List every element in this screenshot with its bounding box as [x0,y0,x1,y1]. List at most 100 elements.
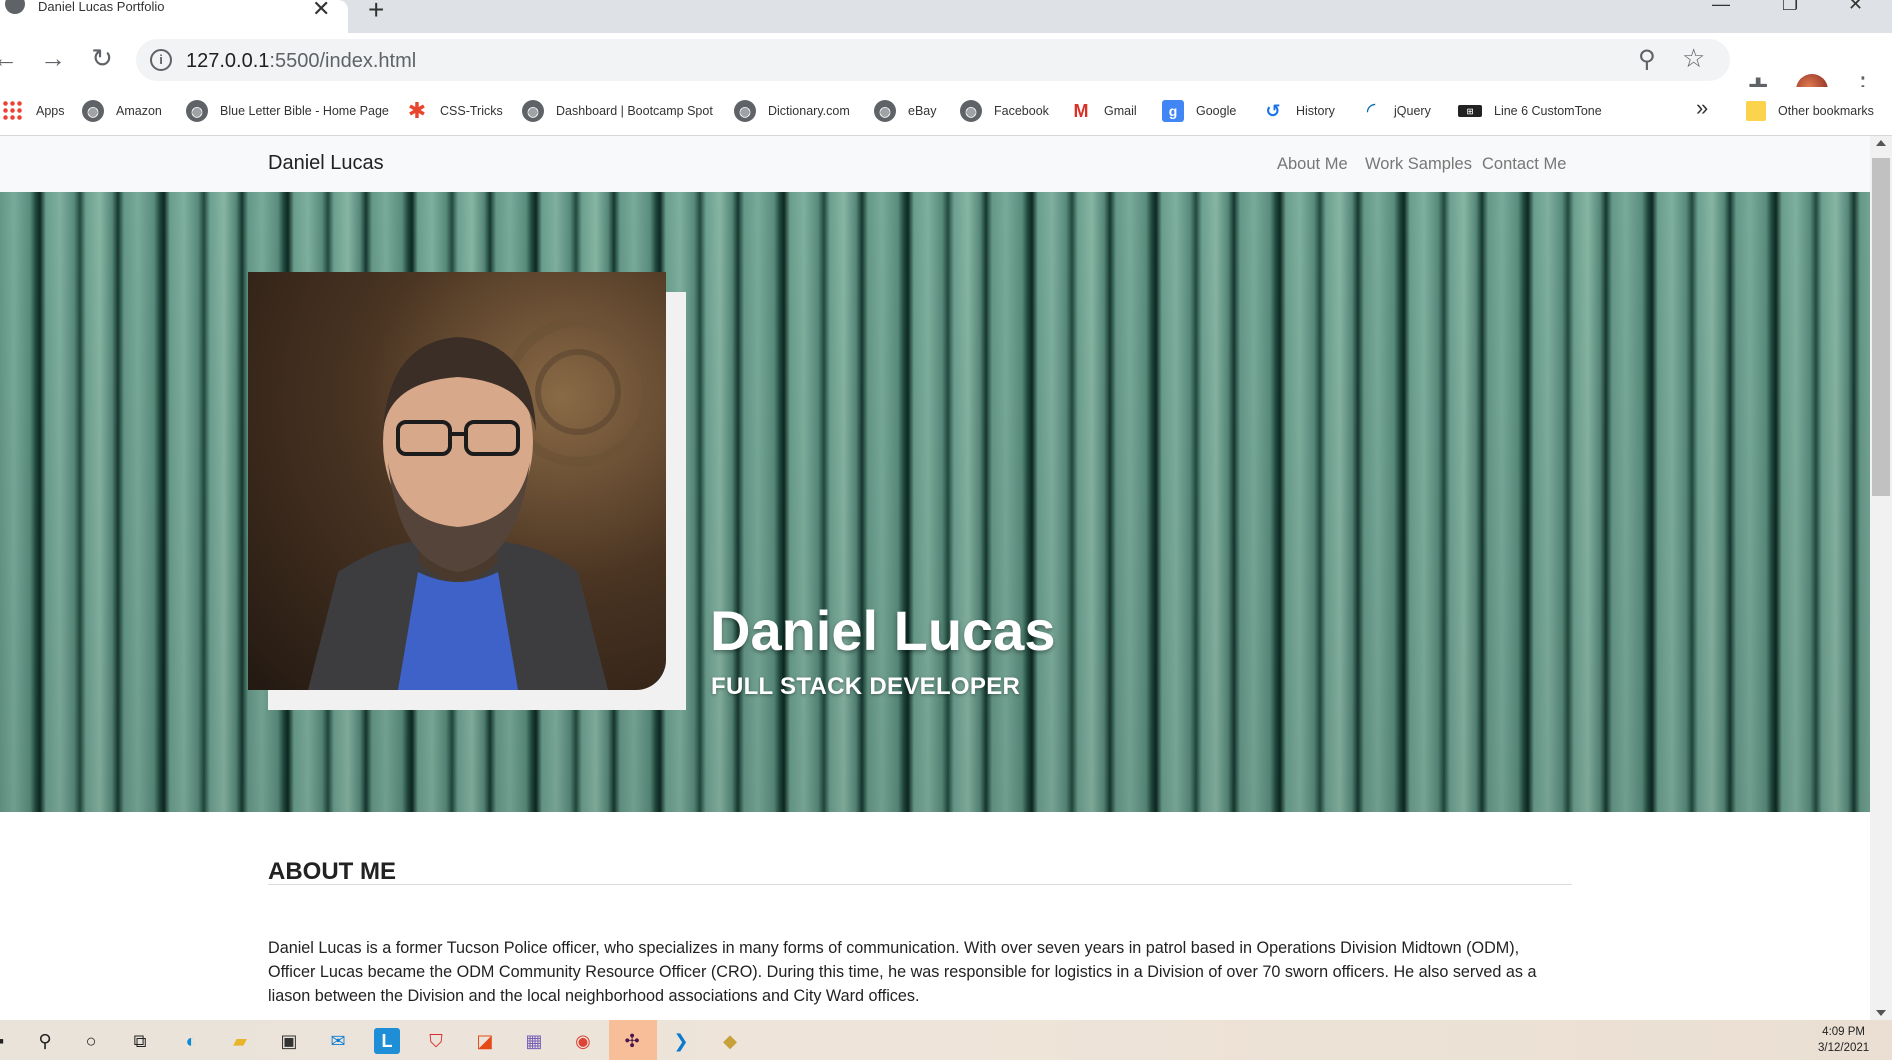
site-brand[interactable]: Daniel Lucas [268,152,384,175]
folder-icon [1746,101,1766,121]
globe-icon: ◍ [874,100,896,122]
apps-icon [2,100,24,122]
search-icon[interactable]: ⚲ [32,1028,58,1054]
globe-icon [5,0,25,14]
bookmark-css-tricks[interactable]: ✱ CSS-Tricks [406,98,503,123]
page-viewport: Daniel Lucas About Me Work Samples Conta… [0,136,1870,1020]
chrome-icon[interactable]: ◉ [570,1028,596,1054]
bookmark-google[interactable]: g Google [1162,99,1236,123]
task-view-icon[interactable]: ⧉ [127,1028,153,1054]
bookmark-label: Line 6 CustomTone [1494,104,1602,118]
tab-title: Daniel Lucas Portfolio [38,0,165,14]
jquery-icon: ◜ [1366,98,1376,123]
back-icon[interactable]: ← [0,43,20,73]
store-icon[interactable]: ▣ [276,1028,302,1054]
bookmark-label: Amazon [116,104,162,118]
start-icon[interactable]: ▪ [0,1028,14,1054]
bookmark-label: jQuery [1394,104,1431,118]
css-tricks-icon: ✱ [407,98,427,123]
bookmark-history[interactable]: ↺ History [1262,99,1335,123]
edge-icon[interactable]: ◐ [178,1028,204,1054]
bookmark-amazon[interactable]: ◍ Amazon [82,99,162,123]
more-bookmarks-icon[interactable]: » [1696,95,1708,121]
bookmark-label: Apps [36,104,65,118]
system-clock[interactable]: 4:09 PM 3/12/2021 [1818,1024,1869,1056]
scroll-down-arrow-icon[interactable] [1876,1010,1886,1016]
gmail-icon: M [1073,100,1089,121]
bookmark-ebay[interactable]: ◍ eBay [874,99,937,123]
bookmark-label: Dashboard | Bootcamp Spot [556,104,713,118]
photos-icon[interactable]: ▦ [521,1028,547,1054]
globe-icon: ◍ [960,100,982,122]
restore-icon[interactable]: ❐ [1782,0,1798,15]
mail-icon[interactable]: ✉ [325,1028,351,1054]
scroll-thumb[interactable] [1872,158,1890,496]
address-bar[interactable]: i 127.0.0.1:5500/index.html ⚲ ☆ [136,39,1730,81]
page-scrollbar[interactable] [1870,136,1892,1020]
office-icon[interactable]: ◪ [472,1028,498,1054]
section-divider [268,884,1572,885]
nav-about-me[interactable]: About Me [1277,155,1348,174]
bookmark-other[interactable]: Other bookmarks [1746,99,1874,123]
bookmark-jquery[interactable]: ◜ jQuery [1360,98,1431,123]
mcafee-icon[interactable]: ⛉ [423,1028,449,1054]
globe-icon: ◍ [522,100,544,122]
bookmark-star-icon[interactable]: ☆ [1682,43,1705,74]
reload-icon[interactable]: ↻ [87,43,117,73]
line6-icon: ⊞ [1458,105,1482,117]
url-host: 127.0.0.1 [186,50,270,72]
url-text[interactable]: 127.0.0.1:5500/index.html [186,50,416,73]
bookmark-bootcamp-spot[interactable]: ◍ Dashboard | Bootcamp Spot [522,99,713,123]
bookmark-dictionary[interactable]: ◍ Dictionary.com [734,99,850,123]
about-paragraph: Daniel Lucas is a former Tucson Police o… [268,939,1537,1005]
globe-icon: ◍ [186,100,208,122]
browser-toolbar: ← → ↻ i 127.0.0.1:5500/index.html ⚲ ☆ ✚ … [0,33,1892,106]
globe-icon: ◍ [734,100,756,122]
globe-icon: ◍ [82,100,104,122]
bookmark-label: History [1296,104,1335,118]
bookmark-label: Facebook [994,104,1049,118]
zoom-icon[interactable]: ⚲ [1638,45,1656,74]
site-info-icon[interactable]: i [150,49,172,71]
windows-taskbar: ▪ ⚲ ○ ⧉ ◐ ▰ ▣ ✉ L ⛉ ◪ ▦ ◉ ✣ ❯ ◆ 4:09 PM … [0,1020,1892,1060]
bookmark-gmail[interactable]: M Gmail [1070,99,1137,123]
bookmark-blue-letter-bible[interactable]: ◍ Blue Letter Bible - Home Page [186,99,389,123]
close-window-icon[interactable]: ✕ [1848,0,1863,15]
nav-work-samples[interactable]: Work Samples [1365,155,1472,174]
vscode-icon[interactable]: ❯ [668,1028,694,1054]
history-icon: ↺ [1265,100,1281,121]
file-explorer-icon[interactable]: ▰ [227,1028,253,1054]
hero-name: Daniel Lucas [710,599,1056,662]
bookmark-label: Dictionary.com [768,104,850,118]
new-tab-button[interactable]: + [368,0,384,26]
bookmark-label: Blue Letter Bible - Home Page [220,104,389,118]
scroll-up-arrow-icon[interactable] [1876,140,1886,146]
minimize-icon[interactable]: — [1712,0,1730,15]
hero-subtitle: FULL STACK DEVELOPER [711,673,1021,700]
tab-strip: Daniel Lucas Portfolio ✕ + — ❐ ✕ [0,0,1892,33]
bookmark-label: CSS-Tricks [440,104,503,118]
bookmark-label: Gmail [1104,104,1137,118]
url-path: :5500/index.html [269,50,417,72]
clock-time: 4:09 PM [1822,1026,1865,1038]
bookmark-label: Other bookmarks [1778,104,1874,118]
slack-icon[interactable]: ✣ [619,1028,645,1054]
cortana-icon[interactable]: ○ [78,1028,104,1054]
site-navbar: Daniel Lucas About Me Work Samples Conta… [0,136,1870,192]
bookmark-label: eBay [908,104,937,118]
l-app-icon[interactable]: L [374,1028,400,1054]
bookmark-label: Google [1196,104,1237,118]
about-heading: ABOUT ME [268,858,396,885]
close-tab-icon[interactable]: ✕ [312,0,330,22]
bookmark-line6[interactable]: ⊞ Line 6 CustomTone [1458,99,1602,123]
bookmark-apps[interactable]: Apps [2,99,65,123]
bookmark-facebook[interactable]: ◍ Facebook [960,99,1049,123]
nav-contact-me[interactable]: Contact Me [1482,155,1566,174]
bookmarks-bar: Apps ◍ Amazon ◍ Blue Letter Bible - Home P… [0,87,1892,136]
git-icon[interactable]: ◆ [717,1028,743,1054]
profile-photo [248,272,666,690]
clock-date: 3/12/2021 [1818,1042,1870,1054]
forward-icon[interactable]: → [38,43,68,73]
google-icon: g [1162,100,1184,122]
browser-tab[interactable]: Daniel Lucas Portfolio ✕ [0,0,348,33]
